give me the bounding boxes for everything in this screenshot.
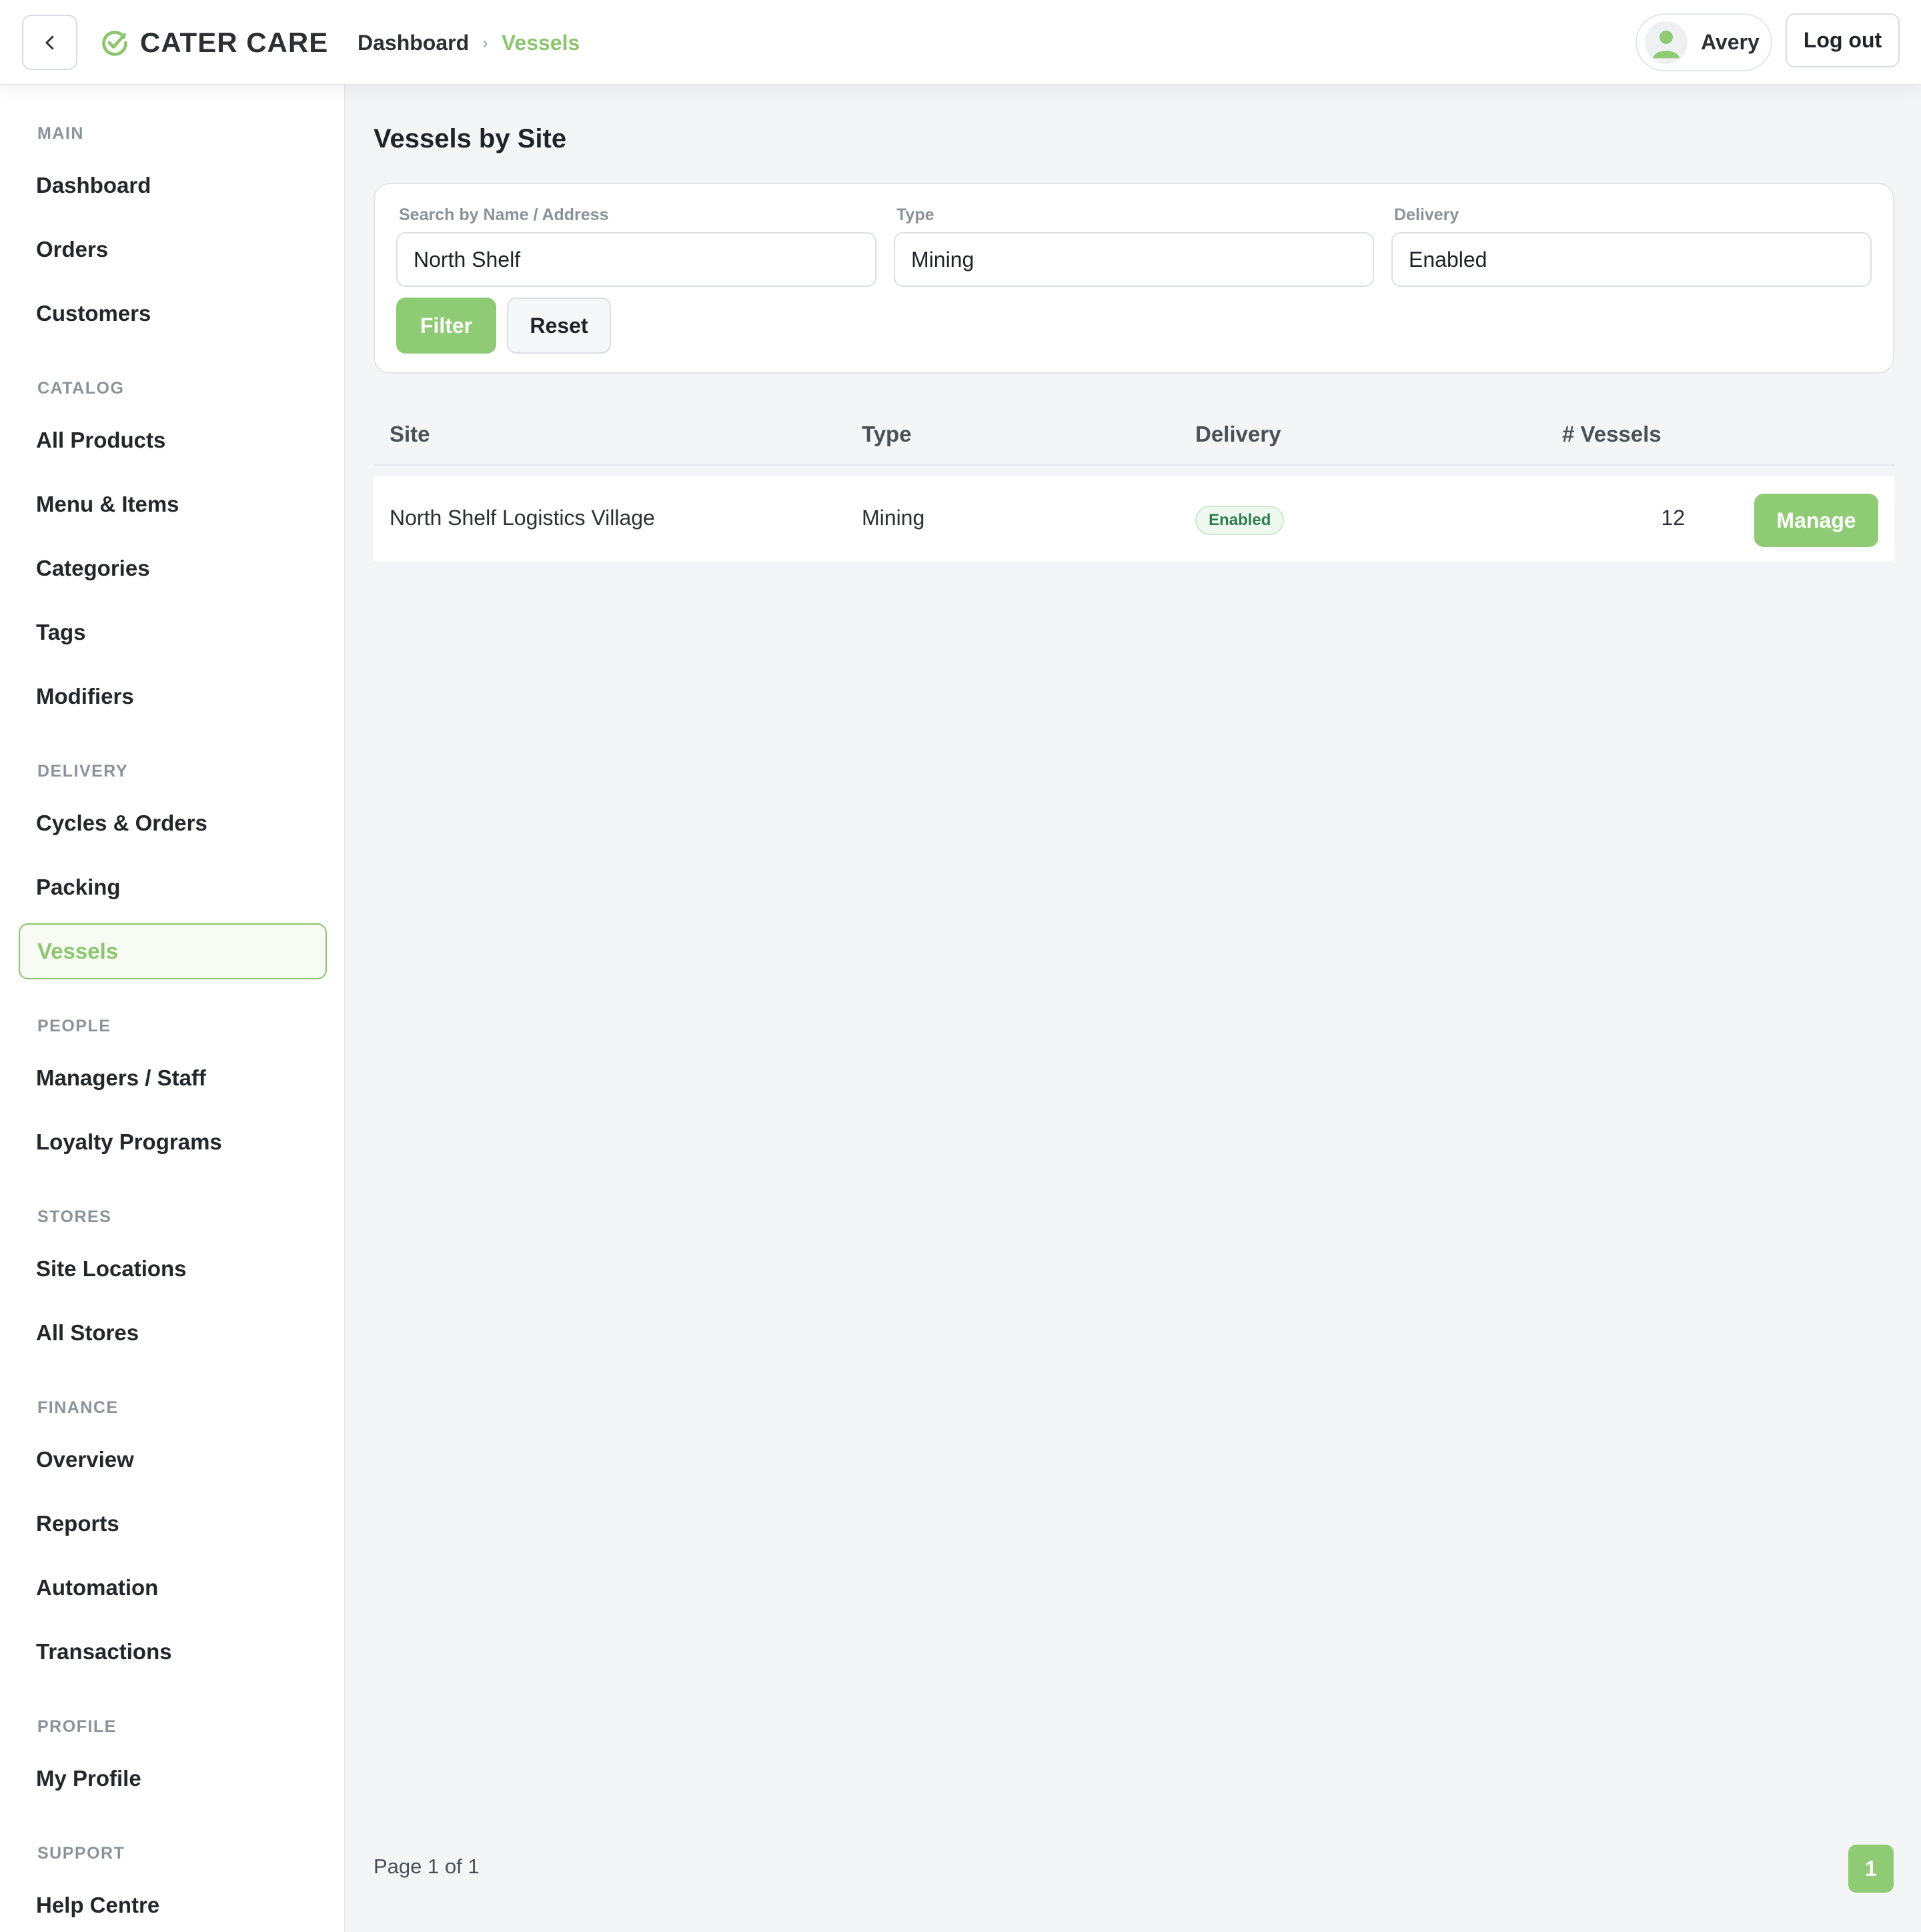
- status-badge: Enabled: [1195, 506, 1285, 535]
- manage-button[interactable]: Manage: [1754, 494, 1878, 547]
- sidebar-item-orders[interactable]: Orders: [19, 221, 327, 278]
- user-name: Avery: [1701, 30, 1760, 54]
- sidebar: MAIN Dashboard Orders Customers CATALOG …: [0, 85, 346, 1932]
- breadcrumb-dashboard[interactable]: Dashboard: [358, 31, 469, 55]
- page-button-1[interactable]: 1: [1848, 1845, 1894, 1893]
- chevron-left-icon: [45, 35, 53, 49]
- section-main: MAIN: [37, 124, 84, 143]
- section-catalog: CATALOG: [37, 379, 125, 398]
- section-support: SUPPORT: [37, 1844, 125, 1863]
- type-label: Type: [896, 205, 934, 224]
- page-title: Vessels by Site: [374, 124, 567, 153]
- sidebar-item-tags[interactable]: Tags: [19, 604, 327, 660]
- section-stores: STORES: [37, 1208, 112, 1226]
- section-people: PEOPLE: [37, 1017, 111, 1035]
- section-profile: PROFILE: [37, 1717, 117, 1736]
- column-vessels[interactable]: # Vessels: [1562, 422, 1662, 447]
- column-site[interactable]: Site: [390, 422, 430, 447]
- sidebar-item-cycles-orders[interactable]: Cycles & Orders: [19, 795, 327, 851]
- breadcrumb: Dashboard › Vessels: [358, 27, 580, 59]
- top-header: CATER CARE Dashboard › Vessels Avery Log…: [0, 0, 1921, 85]
- column-delivery[interactable]: Delivery: [1195, 422, 1281, 447]
- table-row: North Shelf Logistics Village Mining Ena…: [374, 476, 1894, 562]
- section-finance: FINANCE: [37, 1398, 119, 1417]
- delivery-label: Delivery: [1394, 205, 1459, 224]
- delivery-field[interactable]: [1391, 232, 1872, 287]
- search-label: Search by Name / Address: [399, 205, 609, 224]
- column-type[interactable]: Type: [862, 422, 912, 447]
- table-header: Site Type Delivery # Vessels: [374, 414, 1894, 466]
- pagination-info: Page 1 of 1: [374, 1855, 480, 1878]
- sidebar-item-vessels[interactable]: Vessels: [19, 923, 327, 979]
- filter-button[interactable]: Filter: [396, 298, 496, 354]
- reset-button[interactable]: Reset: [507, 298, 611, 354]
- sidebar-item-customers[interactable]: Customers: [19, 286, 327, 342]
- sidebar-item-dashboard[interactable]: Dashboard: [19, 157, 327, 213]
- sidebar-item-reports[interactable]: Reports: [19, 1496, 327, 1552]
- sidebar-item-all-products[interactable]: All Products: [19, 412, 327, 468]
- logout-button[interactable]: Log out: [1786, 13, 1900, 67]
- sidebar-item-transactions[interactable]: Transactions: [19, 1624, 327, 1680]
- sidebar-item-my-profile[interactable]: My Profile: [19, 1751, 327, 1807]
- sidebar-item-managers-staff[interactable]: Managers / Staff: [19, 1050, 327, 1106]
- back-button[interactable]: [22, 15, 77, 70]
- sidebar-item-site-locations[interactable]: Site Locations: [19, 1241, 327, 1297]
- sidebar-item-loyalty-programs[interactable]: Loyalty Programs: [19, 1114, 327, 1170]
- brand-logo[interactable]: CATER CARE: [100, 24, 328, 61]
- sidebar-item-categories[interactable]: Categories: [19, 540, 327, 596]
- section-delivery: DELIVERY: [37, 762, 129, 781]
- check-circle-icon: [102, 31, 127, 56]
- filter-panel: Search by Name / Address Type Delivery F…: [374, 183, 1894, 374]
- cell-site: North Shelf Logistics Village: [390, 506, 655, 530]
- sidebar-item-all-stores[interactable]: All Stores: [19, 1305, 327, 1361]
- avatar: [1645, 21, 1688, 64]
- user-menu[interactable]: Avery: [1636, 13, 1772, 71]
- sidebar-item-automation[interactable]: Automation: [19, 1560, 327, 1616]
- brand-name: CATER CARE: [140, 27, 329, 58]
- type-field[interactable]: [894, 232, 1374, 287]
- sidebar-item-modifiers[interactable]: Modifiers: [19, 668, 327, 724]
- search-input[interactable]: [396, 232, 876, 287]
- sidebar-item-help-centre[interactable]: Help Centre: [19, 1877, 327, 1932]
- sidebar-item-overview[interactable]: Overview: [19, 1432, 327, 1488]
- breadcrumb-separator: ›: [482, 32, 488, 53]
- breadcrumb-current: Vessels: [501, 30, 580, 55]
- cell-vessel-count: 12: [1661, 506, 1685, 530]
- user-icon: [1653, 30, 1680, 58]
- sidebar-item-menu-items[interactable]: Menu & Items: [19, 476, 327, 532]
- cell-type: Mining: [862, 506, 925, 530]
- sidebar-item-packing[interactable]: Packing: [19, 859, 327, 915]
